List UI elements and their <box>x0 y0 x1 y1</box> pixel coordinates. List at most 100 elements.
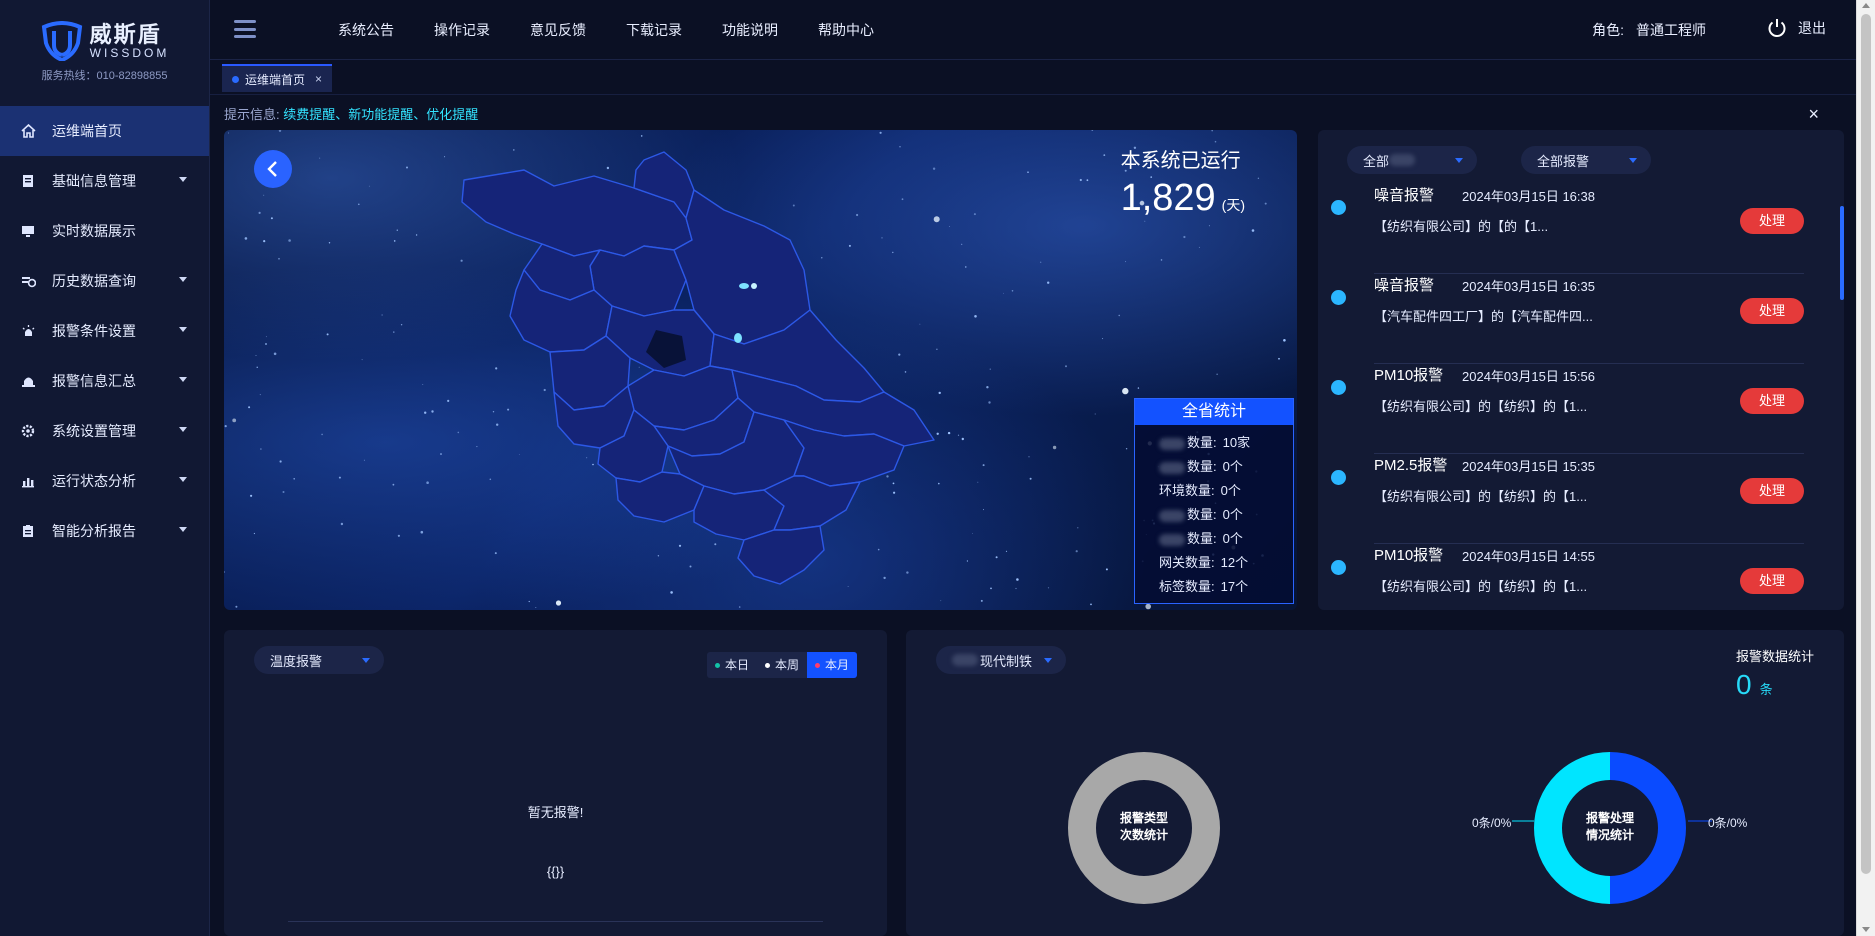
alarm-light-icon <box>20 323 36 339</box>
company-select[interactable]: 现代制铁 <box>936 646 1066 674</box>
stat-label: 网关数量: <box>1159 555 1215 570</box>
chevron-down-icon <box>179 477 187 482</box>
temperature-alarm-panel: 温度报警 本日 本周 本月 暂无报警! {{}} <box>224 630 887 936</box>
page-scrollbar[interactable] <box>1856 0 1875 936</box>
alarm-list-item: PM10报警 2024年03月15日 14:55 【纺织有限公司】的【纺织】的【1.… <box>1331 544 1804 610</box>
masked-text <box>952 654 978 666</box>
alarm-time: 2024年03月15日 16:35 <box>1462 279 1595 294</box>
stat-value: 12个 <box>1220 555 1249 570</box>
runtime-unit: (天) <box>1221 197 1245 213</box>
alarm-list-item: PM10报警 2024年03月15日 15:56 【纺织有限公司】的【纺织】的【1.… <box>1331 364 1804 454</box>
alarm-type-select[interactable]: 全部报警 <box>1521 146 1651 174</box>
runtime-days: 1,829 <box>1120 177 1216 219</box>
nav-feedback[interactable]: 意见反馈 <box>530 20 586 40</box>
dropdown-arrow-icon <box>362 658 370 663</box>
notice-close-icon[interactable]: × <box>1808 104 1819 125</box>
province-stat-row: 网关数量: 12个 <box>1135 551 1293 575</box>
dropdown-arrow-icon <box>1044 658 1052 663</box>
sidebar-item-basic-info[interactable]: 基础信息管理 <box>0 156 209 206</box>
stat-value: 17个 <box>1220 579 1249 594</box>
scroll-down-icon[interactable] <box>1862 927 1870 932</box>
period-option-label: 本日 <box>724 658 749 672</box>
dot-icon <box>764 662 770 668</box>
back-button[interactable] <box>254 150 292 188</box>
period-option[interactable]: 本周 <box>757 652 807 678</box>
stat-label: 数量: <box>1187 435 1217 450</box>
handle-button[interactable]: 处理 <box>1740 478 1804 504</box>
notice-prefix: 提示信息: <box>224 107 280 122</box>
document-icon <box>20 173 36 189</box>
masked-text <box>1159 437 1185 450</box>
alarm-type-select-value: 全部报警 <box>1537 153 1590 169</box>
period-option[interactable]: 本日 <box>707 652 757 678</box>
status-dot-icon <box>1331 560 1346 575</box>
alarm-category-select[interactable]: 温度报警 <box>254 646 384 674</box>
masked-text <box>1159 461 1185 474</box>
province-stat-row: 数量: 0个 <box>1135 503 1293 527</box>
company-select-value: 现代制铁 <box>980 653 1033 669</box>
donut1-label: 报警类型 次数统计 <box>1104 810 1184 844</box>
dot-icon <box>714 662 720 668</box>
bar-chart-icon <box>20 473 36 489</box>
province-stats-title: 全省统计 <box>1135 399 1293 425</box>
alarm-stats-summary: 报警数据统计 0条 <box>1736 646 1814 701</box>
period-option-label: 本周 <box>774 658 799 672</box>
history-icon <box>20 273 36 289</box>
scope-select[interactable]: 全部 <box>1347 146 1477 174</box>
top-nav: 系统公告 操作记录 意见反馈 下载记录 功能说明 帮助中心 <box>338 0 914 60</box>
province-stats-list: 数量: 10家 数量: 0个 环境数量: 0个 数量: 0个 数量: 0个 网关数量: 12个 标签数量… <box>1135 425 1293 599</box>
alarm-count-unit: 条 <box>1759 682 1773 697</box>
nav-downloads[interactable]: 下载记录 <box>626 20 682 40</box>
province-stat-row: 数量: 0个 <box>1135 527 1293 551</box>
logout-label: 退出 <box>1798 20 1826 36</box>
sidebar-item-alarm-summary[interactable]: 报警信息汇总 <box>0 356 209 406</box>
chevron-down-icon <box>179 427 187 432</box>
stat-value: 0个 <box>1222 459 1243 474</box>
alarm-type: 噪音报警 <box>1374 187 1435 204</box>
alarm-count: 0 <box>1735 669 1752 700</box>
nav-help[interactable]: 帮助中心 <box>818 20 874 40</box>
handle-button[interactable]: 处理 <box>1740 388 1804 414</box>
stat-value: 0个 <box>1222 531 1243 546</box>
placeholder-text: {{}} <box>546 864 565 879</box>
dropdown-arrow-icon <box>1455 158 1463 163</box>
logout-button[interactable]: 退出 <box>1766 17 1826 39</box>
alarm-list-scrollbar[interactable] <box>1840 206 1844 300</box>
sidebar-item-status-analysis[interactable]: 运行状态分析 <box>0 456 209 506</box>
handle-button[interactable]: 处理 <box>1740 298 1804 324</box>
map-panel: 本系统已运行 1,829 (天) 全省统计 数量: 10家 数量: 0个 环境数量: 0个数… <box>224 130 1297 610</box>
donut2-left-label: 0条/0% <box>1472 816 1512 830</box>
menu-toggle-icon[interactable] <box>234 20 256 38</box>
province-stat-row: 环境数量: 0个 <box>1135 479 1293 503</box>
hotline: 服务热线：010-82898855 <box>41 70 168 82</box>
scroll-up-icon[interactable] <box>1862 3 1870 8</box>
tab-home[interactable]: 运维端首页 × <box>222 64 333 92</box>
sidebar: 威斯盾 WISSDOM 服务热线：010-82898855 运维端首页 基础信息… <box>0 0 210 936</box>
nav-features[interactable]: 功能说明 <box>722 20 778 40</box>
brand-name: 威斯盾 <box>89 22 162 47</box>
sidebar-item-label: 报警信息汇总 <box>52 373 136 389</box>
donut1-label-line1: 报警类型 <box>1119 811 1168 825</box>
alarm-stats-panel: 现代制铁 报警数据统计 0条 报警类型 次数统计 报警处理 情况统计 0条/0%… <box>906 630 1844 936</box>
dropdown-arrow-icon <box>1629 158 1637 163</box>
handle-button[interactable]: 处理 <box>1740 208 1804 234</box>
role-label: 角色: <box>1592 22 1624 38</box>
notice-links[interactable]: 续费提醒、新功能提醒、优化提醒 <box>283 107 478 122</box>
sidebar-item-alarm-settings[interactable]: 报警条件设置 <box>0 306 209 356</box>
alarm-list-item: 噪音报警 2024年03月15日 16:38 【纺织有限公司】的【的【1... 处理 <box>1331 184 1804 274</box>
sidebar-item-realtime[interactable]: 实时数据展示 <box>0 206 209 256</box>
sidebar-item-home[interactable]: 运维端首页 <box>0 106 209 156</box>
period-option[interactable]: 本月 <box>806 652 857 678</box>
sidebar-item-smart-report[interactable]: 智能分析报告 <box>0 506 209 556</box>
nav-operation-log[interactable]: 操作记录 <box>434 20 490 40</box>
handle-button[interactable]: 处理 <box>1740 568 1804 594</box>
tab-close-icon[interactable]: × <box>315 72 322 86</box>
alarm-time: 2024年03月15日 14:55 <box>1462 549 1595 564</box>
sidebar-item-history[interactable]: 历史数据查询 <box>0 256 209 306</box>
scrollbar-thumb[interactable] <box>1861 14 1871 874</box>
sidebar-item-system-settings[interactable]: 系统设置管理 <box>0 406 209 456</box>
status-dot-icon <box>1331 200 1346 215</box>
alarm-time: 2024年03月15日 15:56 <box>1462 369 1595 384</box>
nav-announcements[interactable]: 系统公告 <box>338 20 394 40</box>
alarm-description: 【纺织有限公司】的【的【1... <box>1374 219 1549 234</box>
